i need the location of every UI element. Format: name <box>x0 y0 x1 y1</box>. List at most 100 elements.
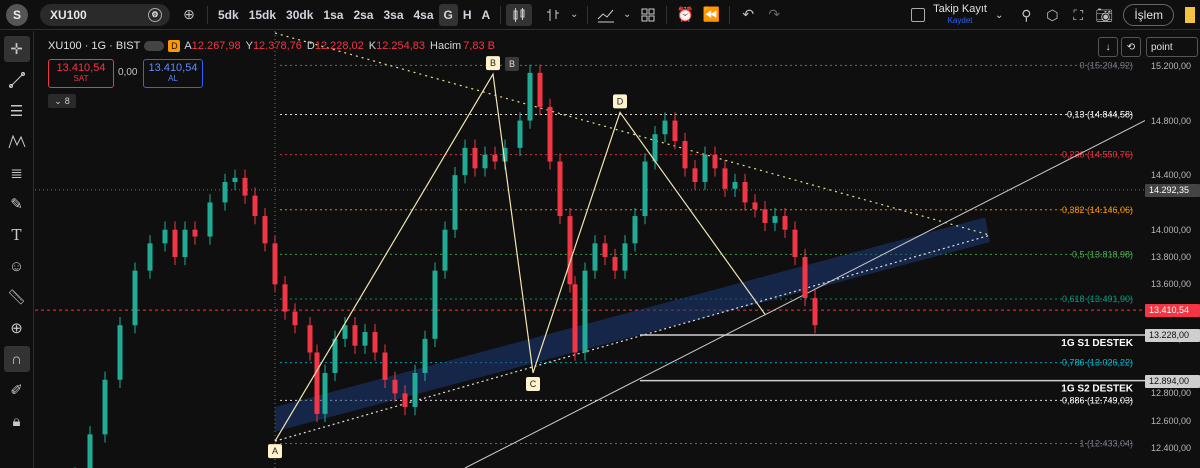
undo-icon[interactable]: ↶ <box>735 4 761 26</box>
point-d-label: D <box>617 96 624 106</box>
candle-body <box>722 168 728 189</box>
interval-1sa[interactable]: 1sa <box>318 4 348 26</box>
chevron-down-icon[interactable]: ⌄ <box>619 4 635 26</box>
crosshair-icon[interactable]: ✛ <box>3 36 30 62</box>
candle-body <box>662 120 668 135</box>
trade-button[interactable]: İşlem <box>1123 4 1174 26</box>
fib-level-label: 0,886 (12.749,03) <box>1062 395 1133 405</box>
symbol-search[interactable]: XU100 ⚙ <box>40 3 170 26</box>
publish-icon[interactable] <box>1180 4 1200 26</box>
candle-body <box>452 175 458 230</box>
candle-body <box>802 257 808 298</box>
candle-body <box>262 216 268 244</box>
interval-H[interactable]: H <box>458 4 477 26</box>
interval-4sa[interactable]: 4sa <box>409 4 439 26</box>
redo-icon[interactable]: ↷ <box>761 4 787 26</box>
price-chart[interactable]: 0 (15.204,92)0,13 (14.844,58)0,236 (14.5… <box>35 31 1145 468</box>
candle-body <box>372 332 378 353</box>
visibility-toggle[interactable] <box>144 41 165 51</box>
market-status-badge: D <box>168 40 181 52</box>
separator <box>207 5 208 24</box>
indicators-icon[interactable] <box>593 4 619 26</box>
buy-button[interactable]: 13.410,54 AL <box>143 59 203 88</box>
candles-icon[interactable] <box>506 3 533 26</box>
candle-body <box>492 154 498 162</box>
alert-clock-icon[interactable]: ⏰ <box>672 4 698 26</box>
indicators-collapse[interactable]: ⌄ 8 <box>48 94 76 108</box>
scroll-down-button[interactable]: ↓ <box>1098 37 1118 57</box>
replay-icon[interactable]: ⏪ <box>698 4 724 26</box>
interval-2sa[interactable]: 2sa <box>348 4 378 26</box>
ascending-trendline <box>274 234 991 442</box>
candle-body <box>712 154 718 169</box>
chevron-down-icon[interactable]: ⌄ <box>566 4 582 26</box>
profile-avatar[interactable]: S <box>6 3 28 26</box>
save-text: Takip Kayıt Kaydet <box>933 4 987 26</box>
lock-icon[interactable]: 🔒︎ <box>4 408 30 434</box>
add-symbol-icon[interactable]: ⊕ <box>176 4 202 26</box>
sell-label: SAT <box>73 74 89 83</box>
brush-icon[interactable]: ✎ <box>4 191 30 217</box>
candle-body <box>292 311 298 326</box>
candle-body <box>87 434 93 468</box>
save-layout[interactable]: Takip Kayıt Kaydet ⌄ <box>911 4 1003 26</box>
interval-G[interactable]: G <box>438 3 458 26</box>
interval-15dk[interactable]: 15dk <box>244 4 281 26</box>
emoji-icon[interactable]: ☺ <box>4 253 30 279</box>
layout-name: Takip Kayıt <box>933 3 987 15</box>
lock-drawing-icon[interactable]: ✐ <box>4 377 30 403</box>
candle-body <box>322 372 328 414</box>
interval-A[interactable]: A <box>477 4 496 26</box>
fib-level-label: 1 (12.433,04) <box>1079 438 1133 448</box>
zoom-in-icon[interactable]: ⊕ <box>4 315 30 341</box>
interval-5dk[interactable]: 5dk <box>213 4 244 26</box>
magnet-icon[interactable]: ∩ <box>3 346 30 372</box>
price-axis[interactable]: 15.200,00 14.800,00 14.400,00 14.000,00 13.8… <box>1145 31 1200 468</box>
parallel-lines-icon[interactable]: ☰ <box>4 98 30 124</box>
collapse-count: 8 <box>64 96 70 106</box>
text-tool-icon[interactable]: T <box>4 222 30 248</box>
sell-price: 13.410,54 <box>56 62 106 74</box>
scale-mode-select[interactable]: point <box>1146 37 1198 57</box>
low-value: 12.228,02 <box>314 40 364 52</box>
pattern-icon[interactable] <box>4 129 30 155</box>
candle-body <box>557 161 563 217</box>
candle-body <box>652 134 658 162</box>
symbol-info-icon[interactable]: ⚙ <box>148 7 162 22</box>
candle-body <box>812 297 818 326</box>
settings-icon[interactable]: ⬡ <box>1039 4 1065 26</box>
buy-label: AL <box>168 74 178 83</box>
candle-body <box>307 325 313 353</box>
point-a-label: A <box>272 446 278 456</box>
candle-body <box>732 181 738 189</box>
camera-icon[interactable]: 📷︎ <box>1091 4 1117 26</box>
layout-grid-icon[interactable] <box>635 4 661 26</box>
price-tick: 13.600,00 <box>1151 279 1192 290</box>
interval-30dk[interactable]: 30dk <box>281 4 318 26</box>
ruler-icon[interactable]: 📏︎ <box>4 284 30 310</box>
layout-checkbox-icon[interactable] <box>911 8 926 22</box>
point-b-tooltip: B <box>509 59 515 69</box>
fullscreen-icon[interactable]: ⛶ <box>1065 4 1091 26</box>
candle-body <box>527 72 533 121</box>
search-quick-icon[interactable]: ⚲ <box>1013 4 1039 26</box>
s1-label: 1G S1 DESTEK <box>1061 338 1133 349</box>
separator <box>729 5 731 24</box>
candle-body <box>352 325 358 346</box>
price-tick: 14.800,00 <box>1151 115 1192 126</box>
top-toolbar: S XU100 ⚙ ⊕ 5dk 15dk 30dk 1sa 2sa 3sa 4sa G H A ⌄… <box>0 0 1200 30</box>
trendline-icon[interactable] <box>4 67 30 93</box>
fib-tool-icon[interactable]: ≣ <box>4 160 30 186</box>
candle-body <box>582 270 588 353</box>
candle-body <box>592 243 598 271</box>
volume-value: 7,83 B <box>463 40 496 52</box>
interval-3sa[interactable]: 3sa <box>378 4 408 26</box>
sell-button[interactable]: 13.410,54 SAT <box>48 59 114 88</box>
fib-level-label: 0,5 (13.818,98) <box>1072 249 1133 259</box>
candle-body <box>147 243 153 271</box>
chevron-down-icon[interactable]: ⌄ <box>995 10 1003 21</box>
bar-type-icon[interactable] <box>540 4 566 26</box>
auto-scale-button[interactable]: ⟲ <box>1121 37 1141 57</box>
candle-body <box>182 229 188 257</box>
topbar-right: Takip Kayıt Kaydet ⌄ ⚲ ⬡ ⛶ 📷︎ İşlem <box>911 0 1200 30</box>
